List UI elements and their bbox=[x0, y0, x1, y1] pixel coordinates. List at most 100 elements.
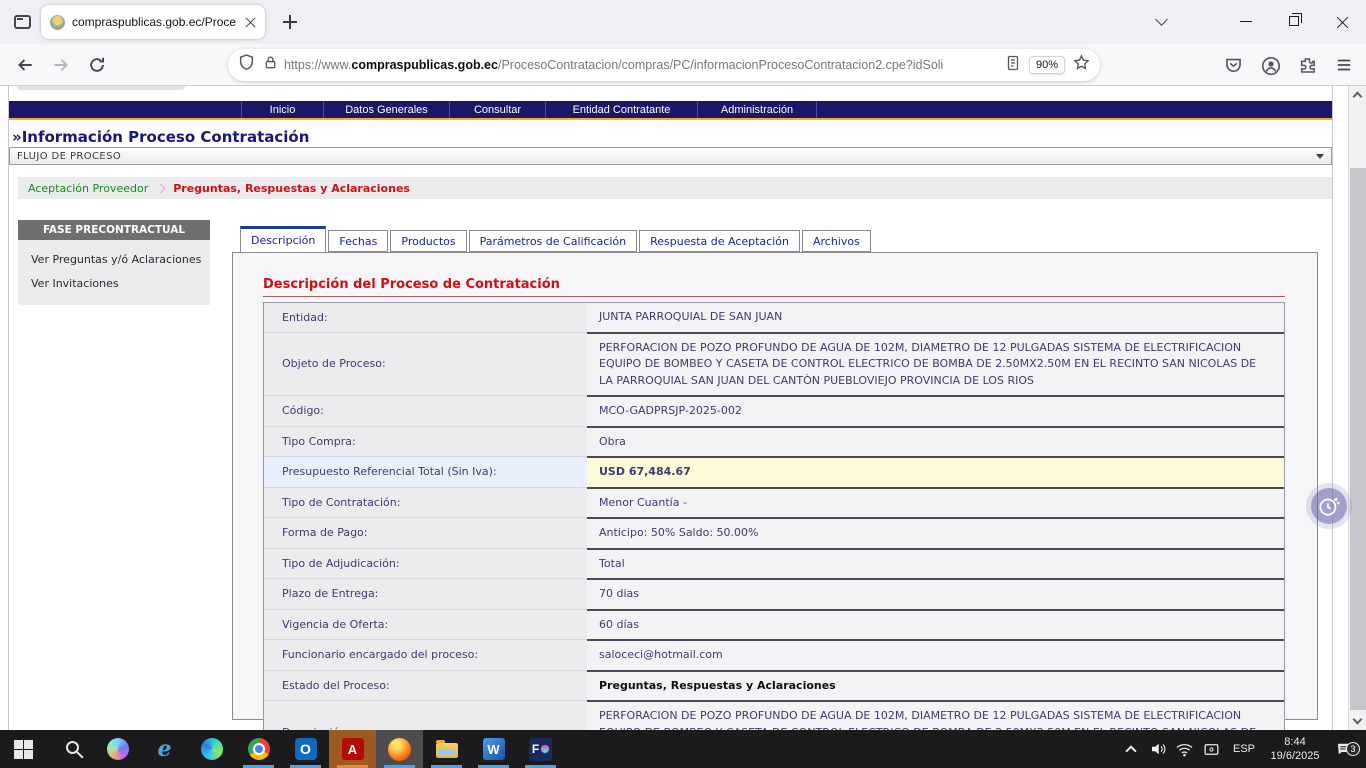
field-value: 60 días bbox=[587, 609, 1284, 640]
table-row: Vigencia de Oferta:60 días bbox=[264, 609, 1284, 640]
table-row: Objeto de Proceso:PERFORACION DE POZO PR… bbox=[264, 332, 1284, 396]
tab-list-chevron-icon[interactable] bbox=[1152, 13, 1170, 31]
windows-taskbar: e O A WF ESP 8:44 19/6/2025 3 bbox=[0, 730, 1366, 768]
tracking-shield-icon[interactable] bbox=[238, 54, 255, 76]
page-viewport: InicioDatos GeneralesConsultarEntidad Co… bbox=[0, 86, 1366, 730]
field-value: Anticipo: 50% Saldo: 50.00% bbox=[587, 517, 1284, 548]
section-title: Descripción del Proceso de Contratación bbox=[263, 277, 1285, 297]
tab-close-icon[interactable] bbox=[245, 17, 256, 28]
window-minimize-button[interactable] bbox=[1240, 21, 1252, 22]
tab-title: compraspublicas.gob.ec/Proce bbox=[72, 15, 239, 29]
taskbar-chrome-icon[interactable] bbox=[235, 730, 282, 768]
process-table: Entidad:JUNTA PARROQUIAL DE SAN JUANObje… bbox=[263, 302, 1285, 730]
field-value: PERFORACION DE POZO PROFUNDO DE AGUA DE … bbox=[587, 700, 1284, 730]
taskbar-firefox-icon[interactable] bbox=[376, 730, 423, 768]
window-close-button[interactable] bbox=[1336, 16, 1349, 29]
volume-icon[interactable] bbox=[1144, 740, 1171, 758]
field-value: Obra bbox=[587, 426, 1284, 457]
table-row: Plazo de Entrega:70 dias bbox=[264, 578, 1284, 609]
site-menu: InicioDatos GeneralesConsultarEntidad Co… bbox=[9, 101, 1332, 120]
browser-tab[interactable]: compraspublicas.gob.ec/Proce bbox=[41, 5, 265, 39]
cast-display-icon[interactable] bbox=[1198, 740, 1225, 759]
zoom-level-badge[interactable]: 90% bbox=[1029, 56, 1065, 74]
process-flow-accordion[interactable]: FLUJO DE PROCESO bbox=[9, 147, 1332, 165]
forward-button[interactable] bbox=[52, 56, 70, 74]
taskbar-edge-icon[interactable] bbox=[188, 730, 235, 768]
field-label: Plazo de Entrega: bbox=[264, 578, 587, 609]
taskbar-internet-explorer-icon[interactable]: e bbox=[141, 730, 188, 768]
language-indicator[interactable]: ESP bbox=[1225, 743, 1263, 755]
taskbar-file-explorer-icon[interactable] bbox=[423, 730, 470, 768]
extension-floating-button[interactable] bbox=[1311, 488, 1347, 524]
outlook-glyph: O bbox=[295, 738, 317, 760]
page-scrollbar[interactable] bbox=[1348, 86, 1366, 730]
field-value: USD 67,484.67 bbox=[587, 456, 1284, 487]
tab-archivos[interactable]: Archivos bbox=[802, 230, 871, 252]
taskbar-search-icon[interactable] bbox=[47, 730, 94, 768]
page-title: »Información Proceso Contratación bbox=[12, 128, 309, 146]
system-tray: ESP 8:44 19/6/2025 3 bbox=[1117, 730, 1366, 768]
tab-par-metros-de-calificaci-n[interactable]: Parámetros de Calificación bbox=[469, 230, 637, 252]
reload-button[interactable] bbox=[88, 56, 106, 74]
acrobat-glyph: A bbox=[342, 738, 364, 760]
field-label: Presupuesto Referencial Total (Sin Iva): bbox=[264, 456, 587, 487]
menu-item-entidad-contratante[interactable]: Entidad Contratante bbox=[545, 101, 697, 118]
field-label: Entidad: bbox=[264, 303, 587, 332]
wifi-icon[interactable] bbox=[1171, 740, 1198, 759]
url-bar[interactable]: https://www.compraspublicas.gob.ec/Proce… bbox=[228, 49, 1100, 81]
extensions-puzzle-icon[interactable] bbox=[1298, 56, 1318, 76]
field-label: Vigencia de Oferta: bbox=[264, 609, 587, 640]
menu-hamburger-icon[interactable] bbox=[1335, 56, 1355, 76]
tray-expand-chevron-icon[interactable] bbox=[1117, 744, 1144, 755]
file-explorer-glyph bbox=[436, 743, 458, 758]
breadcrumb: Aceptación Proveedor Preguntas, Respuest… bbox=[18, 177, 1332, 199]
table-row: Estado del Proceso:Preguntas, Respuestas… bbox=[264, 670, 1284, 701]
tab-respuesta-de-aceptaci-n[interactable]: Respuesta de Aceptación bbox=[639, 230, 800, 252]
window-restore-button[interactable] bbox=[1289, 16, 1299, 26]
taskbar-outlook-icon[interactable]: O bbox=[282, 730, 329, 768]
field-label: Tipo Compra: bbox=[264, 426, 587, 457]
process-flow-label: FLUJO DE PROCESO bbox=[17, 151, 121, 162]
reader-view-icon[interactable] bbox=[1005, 55, 1021, 76]
clock[interactable]: 8:44 19/6/2025 bbox=[1263, 735, 1327, 764]
taskbar-start-icon[interactable] bbox=[0, 730, 47, 768]
detail-tabs: DescripciónFechasProductosParámetros de … bbox=[240, 225, 873, 252]
menu-item-datos-generales[interactable]: Datos Generales bbox=[323, 101, 449, 118]
menu-item-inicio[interactable]: Inicio bbox=[241, 101, 323, 118]
table-row: Forma de Pago:Anticipo: 50% Saldo: 50.00… bbox=[264, 517, 1284, 548]
table-row: Funcionario encargado del proceso:saloce… bbox=[264, 639, 1284, 670]
clipped-top-element bbox=[17, 86, 185, 90]
taskbar-acrobat-icon[interactable]: A bbox=[329, 730, 376, 768]
menu-item-administraci-n[interactable]: Administración bbox=[697, 101, 817, 118]
notification-center-icon[interactable]: 3 bbox=[1327, 740, 1361, 758]
sidebar-link[interactable]: Ver Preguntas y/ó Aclaraciones bbox=[18, 248, 210, 272]
taskbar-firma-app-icon[interactable]: F bbox=[517, 730, 564, 768]
chrome-glyph bbox=[248, 738, 270, 760]
field-value: Preguntas, Respuestas y Aclaraciones bbox=[587, 670, 1284, 701]
bookmark-star-icon[interactable] bbox=[1073, 54, 1090, 76]
table-row: Código:MCO-GADPRSJP-2025-002 bbox=[264, 395, 1284, 426]
url-text: https://www.compraspublicas.gob.ec/Proce… bbox=[284, 58, 1005, 72]
table-row: Entidad:JUNTA PARROQUIAL DE SAN JUAN bbox=[264, 303, 1284, 332]
pocket-icon[interactable] bbox=[1224, 56, 1244, 76]
tab-descripci-n[interactable]: Descripción bbox=[240, 226, 326, 253]
back-button[interactable] bbox=[16, 56, 34, 74]
scroll-up-icon[interactable] bbox=[1353, 92, 1363, 102]
menu-item-consultar[interactable]: Consultar bbox=[449, 101, 545, 118]
taskbar-copilot-icon[interactable] bbox=[94, 730, 141, 768]
tab-productos[interactable]: Productos bbox=[390, 230, 466, 252]
breadcrumb-phase[interactable]: Aceptación Proveedor bbox=[18, 182, 154, 195]
field-label: Tipo de Adjudicación: bbox=[264, 548, 587, 579]
new-tab-button[interactable] bbox=[279, 11, 301, 33]
notification-badge: 3 bbox=[1346, 742, 1360, 756]
account-icon[interactable] bbox=[1261, 56, 1281, 76]
tab-fechas[interactable]: Fechas bbox=[328, 230, 388, 252]
field-label: Código: bbox=[264, 395, 587, 426]
taskbar-word-icon[interactable]: W bbox=[470, 730, 517, 768]
sidebar-link[interactable]: Ver Invitaciones bbox=[18, 272, 210, 296]
firefox-view-icon[interactable] bbox=[9, 9, 35, 35]
scroll-down-icon[interactable] bbox=[1353, 715, 1363, 725]
field-label: Tipo de Contratación: bbox=[264, 487, 587, 518]
scrollbar-thumb[interactable] bbox=[1350, 168, 1366, 710]
lock-icon[interactable] bbox=[263, 55, 278, 75]
